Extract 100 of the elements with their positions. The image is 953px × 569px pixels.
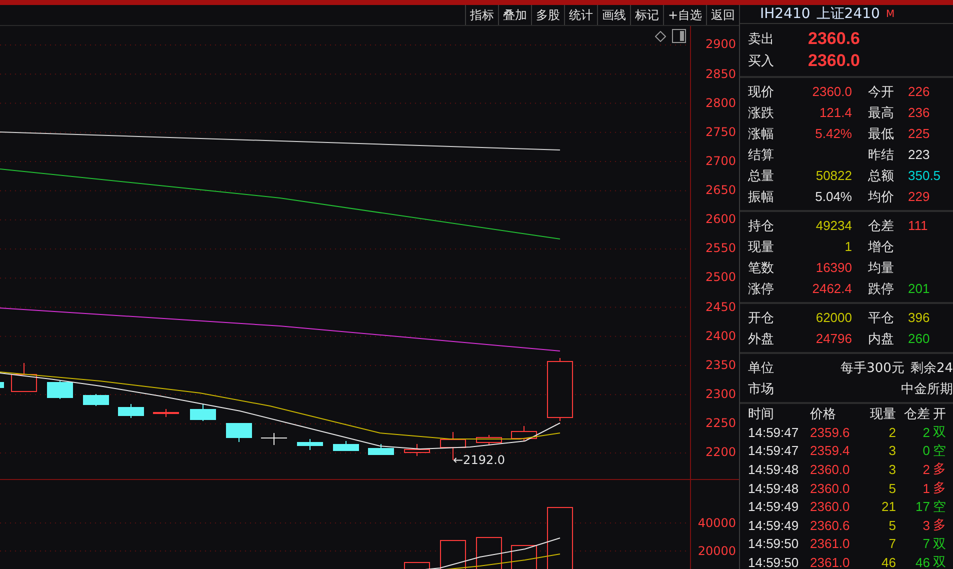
axis-label: 40000 [696, 515, 737, 532]
stat-value: 229 [908, 189, 931, 204]
stat-label: 持仓 [748, 218, 775, 234]
low-price-marker: ←2192.0 [453, 453, 506, 467]
stat-label: 最高 [868, 104, 895, 122]
instrument-code: IH2410 [760, 6, 810, 22]
trade-type: 多 [932, 480, 946, 498]
quote-price: 2360.0 [808, 51, 861, 71]
stat-label: 总额 [868, 168, 895, 184]
trade-position-change: 17 [914, 499, 930, 514]
trade-position-change: 46 [914, 554, 930, 569]
trade-time: 14:59:50 [748, 554, 800, 569]
axis-label: 2750 [704, 124, 737, 141]
stat-value: 2462.4 [811, 281, 852, 296]
candlestick [226, 422, 252, 442]
stat-value: 236 [908, 105, 931, 120]
info-label: 市场 [748, 380, 774, 398]
stat-value: 49234 [814, 218, 852, 233]
column-header: 时间 [748, 406, 775, 422]
candlestick [118, 404, 144, 418]
trade-price: 2361.0 [810, 536, 851, 552]
trade-time: 14:59:47 [748, 443, 800, 458]
candlestick [47, 380, 73, 400]
candlestick [476, 434, 502, 446]
axis-label: 2400 [704, 328, 737, 345]
axis-label: 2900 [704, 36, 737, 54]
trade-time: 14:59:49 [748, 499, 800, 514]
trade-position-change: 3 [922, 518, 930, 533]
trade-position-change: 7 [922, 536, 930, 552]
trade-price: 2360.0 [810, 480, 851, 496]
column-header: 价格 [810, 406, 837, 422]
candlestick [83, 394, 109, 406]
trade-volume: 5 [888, 518, 896, 533]
stat-label: 涨跌 [748, 104, 775, 122]
candlestick [11, 362, 37, 392]
stat-label: 现量 [748, 238, 775, 256]
stat-label: 今开 [868, 84, 895, 100]
stat-value: 396 [908, 310, 931, 325]
axis-label: 2250 [704, 415, 737, 432]
trade-type: 空 [932, 442, 946, 460]
column-header: 开 [932, 406, 946, 422]
stat-label: 总量 [748, 168, 775, 184]
trade-type: 双 [932, 536, 946, 553]
quote-label: 买入 [748, 53, 775, 70]
axis-label: 2700 [704, 152, 737, 170]
trade-volume: 46 [880, 554, 896, 569]
stat-label: 涨幅 [748, 126, 775, 142]
stat-label: 仓差 [868, 218, 895, 234]
axis-label: 2200 [704, 444, 737, 462]
stat-label: 笔数 [748, 260, 775, 276]
axis-label: 2500 [704, 269, 737, 286]
axis-label: 2300 [704, 386, 737, 403]
stat-label: 开仓 [748, 310, 775, 326]
stat-label: 涨停 [748, 280, 775, 298]
info-label: 单位 [748, 360, 774, 376]
stat-label: 平仓 [868, 310, 895, 326]
trade-type: 双 [932, 424, 946, 442]
quote-price: 2360.6 [808, 29, 861, 49]
trade-time: 14:59:48 [748, 480, 800, 496]
stat-value: 111 [908, 218, 929, 233]
axis-label: 2550 [704, 240, 737, 258]
candlestick [511, 426, 537, 442]
diamond-icon[interactable] [655, 30, 666, 42]
trade-volume: 5 [888, 480, 896, 496]
axis-label: 2800 [704, 94, 737, 112]
stat-value: 5.42% [814, 126, 852, 141]
candlestick [153, 408, 179, 418]
trade-time: 14:59:47 [748, 424, 800, 440]
volume-bar [476, 537, 502, 569]
trade-position-change: 2 [922, 424, 930, 440]
trade-price: 2359.6 [810, 424, 851, 440]
stat-label: 最低 [868, 126, 895, 142]
axis-label: 2850 [704, 66, 737, 83]
trade-time: 14:59:50 [748, 536, 800, 552]
trade-volume: 21 [880, 499, 896, 514]
stat-value: 350.5 [908, 168, 942, 183]
candlestick [297, 438, 323, 450]
volume-bar [440, 540, 466, 569]
trade-position-change: 0 [922, 443, 930, 458]
trade-position-change: 2 [922, 462, 930, 477]
axis-label: 2650 [704, 182, 737, 200]
candlestick [333, 440, 359, 452]
trade-price: 2360.0 [810, 462, 851, 477]
trade-price: 2360.6 [810, 518, 851, 533]
volume-bar [511, 545, 537, 569]
panel-toggle-icon[interactable] [672, 29, 686, 43]
stat-value: 260 [908, 331, 931, 346]
trade-volume: 3 [888, 443, 896, 458]
stat-label: 昨结 [868, 146, 895, 164]
trade-type: 空 [932, 498, 946, 516]
stat-label: 内盘 [868, 330, 895, 348]
volume-bar [547, 507, 573, 569]
column-header: 现量 [869, 406, 896, 422]
stat-label: 外盘 [748, 330, 775, 348]
quote-label: 卖出 [748, 31, 775, 48]
stat-value: 121.4 [818, 105, 852, 120]
trade-time: 14:59:49 [748, 518, 800, 533]
info-value: 剩余24 [910, 360, 953, 376]
stat-label: 结算 [748, 146, 775, 164]
trade-type: 双 [932, 554, 946, 569]
